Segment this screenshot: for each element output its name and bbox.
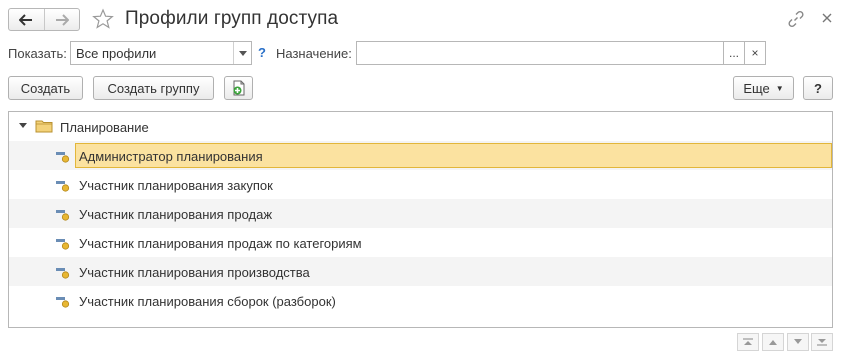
purpose-label: Назначение: [276, 46, 352, 61]
create-group-button[interactable]: Создать группу [93, 76, 214, 100]
profiles-tree[interactable]: Планирование Администратор планирования … [8, 111, 833, 328]
forward-button[interactable] [43, 9, 79, 30]
dropdown-button[interactable] [233, 42, 251, 64]
scroll-bottom-icon [817, 339, 827, 346]
arrow-right-icon [55, 13, 69, 26]
profile-icon [56, 239, 70, 250]
purpose-pick-button[interactable]: ... [723, 41, 745, 65]
nav-buttons [8, 8, 80, 31]
tree-row-label: Участник планирования закупок [79, 178, 273, 193]
link-icon[interactable] [787, 10, 805, 28]
tree-row-label: Участник планирования продаж по категори… [79, 236, 362, 251]
tree-group-label: Планирование [60, 120, 149, 135]
purpose-clear-button[interactable]: × [744, 41, 766, 65]
more-button-label: Еще [743, 80, 770, 96]
profile-icon [56, 268, 70, 279]
expand-arrow-icon[interactable] [19, 123, 27, 128]
chevron-down-icon [238, 50, 247, 56]
tree-row[interactable]: Участник планирования сборок (разборок) [9, 286, 832, 315]
back-button[interactable] [9, 9, 44, 30]
folder-icon [35, 120, 53, 133]
profile-icon [56, 152, 70, 163]
tree-row[interactable]: Администратор планирования [9, 141, 832, 170]
tree-row-label: Администратор планирования [79, 149, 263, 164]
scroll-last-button[interactable] [811, 333, 833, 351]
create-button[interactable]: Создать [8, 76, 83, 100]
tree-row[interactable]: Участник планирования закупок [9, 170, 832, 199]
tree-row[interactable]: Участник планирования продаж по категори… [9, 228, 832, 257]
scroll-up-icon [769, 340, 777, 345]
tree-row-label: Участник планирования продаж [79, 207, 273, 222]
tree-row[interactable]: Участник планирования производства [9, 257, 832, 286]
arrow-left-icon [19, 13, 33, 26]
scroll-top-icon [743, 338, 753, 345]
help-button[interactable]: ? [803, 76, 833, 100]
chevron-down-icon: ▼ [775, 83, 784, 93]
profile-icon [56, 210, 70, 221]
scroll-page-up-button[interactable] [762, 333, 784, 351]
tree-row[interactable]: Участник планирования продаж [9, 199, 832, 228]
tree-group-row[interactable]: Планирование [9, 112, 832, 141]
page-title: Профили групп доступа [125, 8, 339, 29]
close-icon[interactable] [819, 10, 835, 26]
tree-row-label: Участник планирования производства [79, 265, 310, 280]
show-help-icon[interactable]: ? [258, 45, 266, 60]
star-icon[interactable] [92, 8, 114, 30]
show-label: Показать: [8, 46, 67, 61]
tree-row-label: Участник планирования сборок (разборок) [79, 294, 336, 309]
scroll-page-down-button[interactable] [787, 333, 809, 351]
more-button[interactable]: Еще ▼ [733, 76, 794, 100]
purpose-field[interactable] [356, 41, 724, 65]
scroll-down-icon [794, 339, 802, 344]
profile-icon [56, 297, 70, 308]
scroll-first-button[interactable] [737, 333, 759, 351]
title-bar: Профили групп доступа [0, 0, 841, 38]
profile-icon [56, 181, 70, 192]
copy-add-icon [233, 80, 244, 96]
show-select[interactable]: Все профили [70, 41, 252, 65]
copy-button[interactable] [224, 76, 253, 100]
show-select-value: Все профили [76, 46, 157, 61]
